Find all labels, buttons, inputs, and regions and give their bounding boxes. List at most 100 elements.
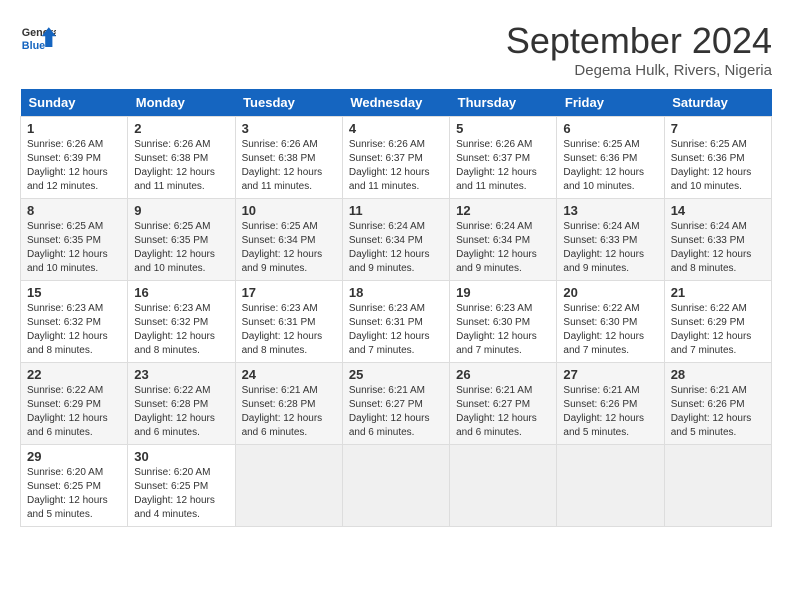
calendar-cell: 9 Sunrise: 6:25 AMSunset: 6:35 PMDaylight… xyxy=(128,199,235,281)
calendar-table: Sunday Monday Tuesday Wednesday Thursday… xyxy=(20,89,772,527)
day-info: Sunrise: 6:24 AMSunset: 6:34 PMDaylight:… xyxy=(349,220,443,276)
calendar-cell: 21 Sunrise: 6:22 AMSunset: 6:29 PMDayligh… xyxy=(664,281,771,363)
day-info: Sunrise: 6:22 AMSunset: 6:29 PMDaylight:… xyxy=(671,302,765,358)
day-info: Sunrise: 6:26 AMSunset: 6:38 PMDaylight:… xyxy=(242,138,336,194)
day-info: Sunrise: 6:25 AMSunset: 6:34 PMDaylight:… xyxy=(242,220,336,276)
col-saturday: Saturday xyxy=(664,89,771,117)
calendar-cell xyxy=(557,445,664,527)
day-number: 22 xyxy=(27,367,121,382)
day-info: Sunrise: 6:23 AMSunset: 6:31 PMDaylight:… xyxy=(349,302,443,358)
calendar-cell: 4 Sunrise: 6:26 AMSunset: 6:37 PMDaylight… xyxy=(342,117,449,199)
day-info: Sunrise: 6:21 AMSunset: 6:26 PMDaylight:… xyxy=(563,384,657,440)
day-number: 16 xyxy=(134,285,228,300)
header-row: Sunday Monday Tuesday Wednesday Thursday… xyxy=(21,89,772,117)
logo: General Blue xyxy=(20,20,56,56)
day-info: Sunrise: 6:25 AMSunset: 6:36 PMDaylight:… xyxy=(563,138,657,194)
day-info: Sunrise: 6:23 AMSunset: 6:31 PMDaylight:… xyxy=(242,302,336,358)
calendar-cell: 29 Sunrise: 6:20 AMSunset: 6:25 PMDayligh… xyxy=(21,445,128,527)
day-info: Sunrise: 6:26 AMSunset: 6:37 PMDaylight:… xyxy=(349,138,443,194)
day-info: Sunrise: 6:20 AMSunset: 6:25 PMDaylight:… xyxy=(134,466,228,522)
day-number: 18 xyxy=(349,285,443,300)
day-info: Sunrise: 6:24 AMSunset: 6:33 PMDaylight:… xyxy=(563,220,657,276)
day-number: 2 xyxy=(134,121,228,136)
calendar-cell: 24 Sunrise: 6:21 AMSunset: 6:28 PMDayligh… xyxy=(235,363,342,445)
calendar-cell: 5 Sunrise: 6:26 AMSunset: 6:37 PMDaylight… xyxy=(450,117,557,199)
calendar-cell: 1Sunrise: 6:26 AMSunset: 6:39 PMDaylight… xyxy=(21,117,128,199)
calendar-header: Sunday Monday Tuesday Wednesday Thursday… xyxy=(21,89,772,117)
day-info: Sunrise: 6:21 AMSunset: 6:26 PMDaylight:… xyxy=(671,384,765,440)
calendar-cell: 26 Sunrise: 6:21 AMSunset: 6:27 PMDayligh… xyxy=(450,363,557,445)
day-number: 21 xyxy=(671,285,765,300)
month-title: September 2024 xyxy=(506,20,772,62)
location-subtitle: Degema Hulk, Rivers, Nigeria xyxy=(506,62,772,79)
day-number: 3 xyxy=(242,121,336,136)
day-info: Sunrise: 6:23 AMSunset: 6:32 PMDaylight:… xyxy=(134,302,228,358)
calendar-cell xyxy=(235,445,342,527)
svg-text:Blue: Blue xyxy=(22,40,45,52)
day-info: Sunrise: 6:25 AMSunset: 6:35 PMDaylight:… xyxy=(134,220,228,276)
day-number: 14 xyxy=(671,203,765,218)
calendar-cell: 17Sunrise: 6:23 AMSunset: 6:31 PMDayligh… xyxy=(235,281,342,363)
day-number: 23 xyxy=(134,367,228,382)
day-number: 26 xyxy=(456,367,550,382)
calendar-cell xyxy=(342,445,449,527)
day-info: Sunrise: 6:26 AMSunset: 6:37 PMDaylight:… xyxy=(456,138,550,194)
calendar-cell: 20 Sunrise: 6:22 AMSunset: 6:30 PMDayligh… xyxy=(557,281,664,363)
calendar-cell xyxy=(450,445,557,527)
calendar-cell: 7Sunrise: 6:25 AMSunset: 6:36 PMDaylight… xyxy=(664,117,771,199)
calendar-cell: 2 Sunrise: 6:26 AMSunset: 6:38 PMDaylight… xyxy=(128,117,235,199)
calendar-cell: 13Sunrise: 6:24 AMSunset: 6:33 PMDayligh… xyxy=(557,199,664,281)
day-number: 9 xyxy=(134,203,228,218)
col-monday: Monday xyxy=(128,89,235,117)
calendar-week-row: 8 Sunrise: 6:25 AMSunset: 6:35 PMDaylight… xyxy=(21,199,772,281)
calendar-cell: 16 Sunrise: 6:23 AMSunset: 6:32 PMDayligh… xyxy=(128,281,235,363)
day-number: 27 xyxy=(563,367,657,382)
calendar-cell: 15 Sunrise: 6:23 AMSunset: 6:32 PMDayligh… xyxy=(21,281,128,363)
day-info: Sunrise: 6:26 AMSunset: 6:38 PMDaylight:… xyxy=(134,138,228,194)
calendar-cell: 23 Sunrise: 6:22 AMSunset: 6:28 PMDayligh… xyxy=(128,363,235,445)
calendar-cell: 19 Sunrise: 6:23 AMSunset: 6:30 PMDayligh… xyxy=(450,281,557,363)
day-number: 29 xyxy=(27,449,121,464)
day-info: Sunrise: 6:23 AMSunset: 6:30 PMDaylight:… xyxy=(456,302,550,358)
col-sunday: Sunday xyxy=(21,89,128,117)
day-info: Sunrise: 6:24 AMSunset: 6:34 PMDaylight:… xyxy=(456,220,550,276)
title-area: September 2024 Degema Hulk, Rivers, Nige… xyxy=(506,20,772,79)
col-tuesday: Tuesday xyxy=(235,89,342,117)
calendar-cell xyxy=(664,445,771,527)
day-number: 15 xyxy=(27,285,121,300)
day-info: Sunrise: 6:25 AMSunset: 6:35 PMDaylight:… xyxy=(27,220,121,276)
calendar-week-row: 1Sunrise: 6:26 AMSunset: 6:39 PMDaylight… xyxy=(21,117,772,199)
day-number: 25 xyxy=(349,367,443,382)
calendar-week-row: 15 Sunrise: 6:23 AMSunset: 6:32 PMDayligh… xyxy=(21,281,772,363)
day-info: Sunrise: 6:21 AMSunset: 6:27 PMDaylight:… xyxy=(456,384,550,440)
day-info: Sunrise: 6:22 AMSunset: 6:28 PMDaylight:… xyxy=(134,384,228,440)
day-info: Sunrise: 6:24 AMSunset: 6:33 PMDaylight:… xyxy=(671,220,765,276)
calendar-cell: 10Sunrise: 6:25 AMSunset: 6:34 PMDayligh… xyxy=(235,199,342,281)
day-number: 6 xyxy=(563,121,657,136)
calendar-week-row: 22 Sunrise: 6:22 AMSunset: 6:29 PMDayligh… xyxy=(21,363,772,445)
day-info: Sunrise: 6:20 AMSunset: 6:25 PMDaylight:… xyxy=(27,466,121,522)
day-info: Sunrise: 6:25 AMSunset: 6:36 PMDaylight:… xyxy=(671,138,765,194)
day-info: Sunrise: 6:21 AMSunset: 6:27 PMDaylight:… xyxy=(349,384,443,440)
day-number: 30 xyxy=(134,449,228,464)
day-info: Sunrise: 6:22 AMSunset: 6:30 PMDaylight:… xyxy=(563,302,657,358)
logo-icon: General Blue xyxy=(20,20,56,56)
calendar-body: 1Sunrise: 6:26 AMSunset: 6:39 PMDaylight… xyxy=(21,117,772,527)
day-info: Sunrise: 6:22 AMSunset: 6:29 PMDaylight:… xyxy=(27,384,121,440)
day-info: Sunrise: 6:23 AMSunset: 6:32 PMDaylight:… xyxy=(27,302,121,358)
day-number: 19 xyxy=(456,285,550,300)
header: General Blue September 2024 Degema Hulk,… xyxy=(20,20,772,79)
day-info: Sunrise: 6:21 AMSunset: 6:28 PMDaylight:… xyxy=(242,384,336,440)
calendar-week-row: 29 Sunrise: 6:20 AMSunset: 6:25 PMDayligh… xyxy=(21,445,772,527)
day-number: 24 xyxy=(242,367,336,382)
calendar-cell: 28Sunrise: 6:21 AMSunset: 6:26 PMDayligh… xyxy=(664,363,771,445)
day-number: 20 xyxy=(563,285,657,300)
day-number: 4 xyxy=(349,121,443,136)
day-number: 5 xyxy=(456,121,550,136)
calendar-cell: 30 Sunrise: 6:20 AMSunset: 6:25 PMDayligh… xyxy=(128,445,235,527)
day-number: 12 xyxy=(456,203,550,218)
day-number: 8 xyxy=(27,203,121,218)
calendar-cell: 14 Sunrise: 6:24 AMSunset: 6:33 PMDayligh… xyxy=(664,199,771,281)
calendar-cell: 27 Sunrise: 6:21 AMSunset: 6:26 PMDayligh… xyxy=(557,363,664,445)
calendar-cell: 8 Sunrise: 6:25 AMSunset: 6:35 PMDaylight… xyxy=(21,199,128,281)
